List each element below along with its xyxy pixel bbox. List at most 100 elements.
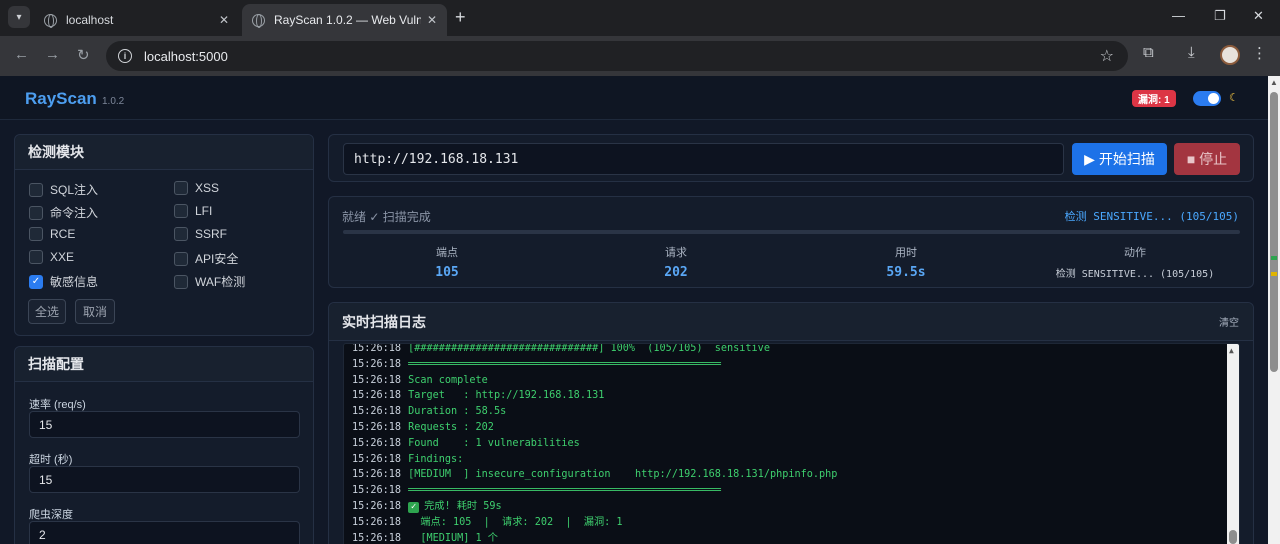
extensions-icon[interactable]: ⧉ — [1143, 44, 1154, 61]
checkbox-icon[interactable] — [174, 251, 188, 266]
deselect-button[interactable]: 取消 — [75, 299, 115, 324]
clear-log-button[interactable]: 清空 — [1219, 314, 1239, 329]
log-scrollbar[interactable]: ▲ — [1227, 344, 1239, 544]
module-checkbox-item[interactable]: SQL注入 — [29, 181, 98, 198]
module-checkbox-item[interactable]: API安全 — [174, 250, 238, 267]
module-checkbox-item[interactable]: XXE — [29, 250, 74, 264]
log-line: 15:26:18 Duration : 58.5s — [352, 404, 837, 420]
checkbox-icon[interactable] — [174, 204, 188, 218]
log-timestamp: 15:26:18 — [352, 469, 402, 481]
check-icon: ✓ — [408, 501, 420, 513]
checkbox-icon[interactable] — [29, 205, 43, 220]
log-timestamp: 15:26:18 — [352, 374, 402, 386]
close-tab-icon[interactable]: ✕ — [219, 13, 229, 27]
log-timestamp: 15:26:18 — [352, 532, 402, 544]
scroll-up-icon[interactable]: ▲ — [1270, 78, 1278, 87]
rate-input[interactable]: 15 — [29, 411, 300, 438]
stat-label: 端点 — [436, 247, 458, 259]
browser-tab-localhost[interactable]: localhost ✕ — [34, 4, 239, 36]
depth-input[interactable]: 2 — [29, 521, 300, 544]
checkbox-icon[interactable] — [29, 182, 43, 197]
forward-icon[interactable]: → — [45, 46, 60, 63]
module-checkbox-item[interactable]: XSS — [174, 181, 219, 195]
browser-menu-icon[interactable]: ⋮ — [1252, 44, 1267, 62]
tab-search-button[interactable]: ▾ — [8, 6, 30, 28]
checkbox-checked-icon[interactable]: ✓ — [29, 274, 43, 289]
checkbox-icon[interactable] — [29, 250, 43, 264]
stat-value: 59.5s — [886, 265, 926, 280]
module-label: 敏感信息 — [50, 275, 99, 289]
scan-target-panel: http://192.168.18.131 ▶ 开始扫描 ■ 停止 — [328, 134, 1254, 182]
target-url-input[interactable]: http://192.168.18.131 — [343, 143, 1064, 175]
log-line: 15:26:18 ✓ 完成! 耗时 59s — [352, 499, 837, 515]
module-checkbox-item[interactable]: SSRF — [174, 227, 227, 241]
download-icon[interactable]: ⤓ — [1188, 44, 1195, 61]
module-label: SSRF — [195, 227, 228, 241]
log-timestamp: 15:26:18 — [352, 485, 402, 497]
config-panel: 扫描配置 速率 (req/s) 15 超时 (秒) 15 爬虫深度 2 — [14, 346, 314, 544]
module-checkbox-item[interactable]: 命令注入 — [29, 204, 98, 221]
modules-title: 检测模块 — [15, 135, 313, 170]
address-bar[interactable]: i localhost:5000 ☆ — [106, 41, 1128, 71]
log-line: 15:26:18 ════════════════════════════════… — [352, 357, 837, 373]
module-label: WAF检测 — [195, 275, 246, 289]
new-tab-button[interactable]: + — [455, 8, 466, 26]
checkbox-icon[interactable] — [29, 227, 43, 241]
module-label: RCE — [50, 227, 76, 241]
site-info-icon[interactable]: i — [118, 49, 132, 63]
back-icon[interactable]: ← — [14, 46, 29, 63]
log-timestamp: 15:26:18 — [352, 343, 402, 354]
checkbox-icon[interactable] — [174, 227, 188, 241]
module-checkbox-item[interactable]: RCE — [29, 227, 75, 241]
stop-scan-button[interactable]: ■ 停止 — [1174, 143, 1240, 175]
stat-label: 请求 — [665, 247, 687, 259]
close-tab-icon[interactable]: ✕ — [427, 13, 437, 27]
timeout-input[interactable]: 15 — [29, 466, 300, 493]
log-message: Found : 1 vulnerabilities — [408, 437, 580, 449]
log-line: 15:26:18 Found : 1 vulnerabilities — [352, 436, 837, 452]
vulnerability-count-badge: 漏洞: 1 — [1132, 90, 1176, 107]
checkbox-icon[interactable] — [174, 181, 188, 195]
globe-icon — [252, 13, 265, 28]
browser-tab-rayscan[interactable]: RayScan 1.0.2 — Web Vulnerability Scanne… — [242, 4, 447, 36]
module-checkbox-item[interactable]: LFI — [174, 204, 212, 218]
address-text: localhost:5000 — [144, 48, 228, 64]
profile-avatar[interactable] — [1220, 45, 1240, 65]
bookmark-star-icon[interactable]: ☆ — [1100, 46, 1114, 66]
stat-value: 202 — [664, 265, 688, 280]
stat-requests: 请求 202 — [561, 244, 791, 280]
start-scan-button[interactable]: ▶ 开始扫描 — [1072, 143, 1167, 175]
stat-action: 动作 检测 SENSITIVE... (105/105) — [1020, 244, 1250, 280]
checkbox-icon[interactable] — [174, 274, 188, 289]
close-window-icon[interactable]: ✕ — [1253, 8, 1264, 24]
log-timestamp: 15:26:18 — [352, 390, 402, 402]
module-checkbox-item[interactable]: ✓ 敏感信息 — [29, 273, 98, 290]
log-line: 15:26:18 [MEDIUM] 1 个 — [352, 531, 837, 544]
log-message: Duration : 58.5s — [408, 406, 507, 418]
select-all-button[interactable]: 全选 — [28, 299, 66, 324]
scrollbar-thumb[interactable] — [1229, 530, 1237, 544]
log-message: Findings: — [408, 453, 464, 465]
stat-endpoints: 端点 105 — [332, 244, 562, 280]
toggle-knob — [1208, 93, 1219, 104]
tab-title: RayScan 1.0.2 — Web Vulnerability Scanne… — [274, 13, 421, 27]
theme-toggle[interactable] — [1193, 91, 1221, 106]
app-version: 1.0.2 — [102, 96, 125, 107]
module-label: XXE — [50, 250, 75, 264]
log-timestamp: 15:26:18 — [352, 500, 402, 512]
page-scrollbar[interactable]: ▲ — [1268, 76, 1280, 544]
restore-icon[interactable]: ❐ — [1214, 8, 1226, 24]
module-label: API安全 — [195, 252, 239, 266]
globe-icon — [44, 13, 57, 28]
module-checkbox-item[interactable]: WAF检测 — [174, 273, 245, 290]
browser-tab-bar: ▾ localhost ✕ RayScan 1.0.2 — Web Vulner… — [0, 0, 1280, 36]
log-timestamp: 15:26:18 — [352, 358, 402, 370]
scrollbar-thumb[interactable] — [1270, 92, 1278, 372]
scroll-up-icon[interactable]: ▲ — [1229, 346, 1234, 355]
log-line: 15:26:18 端点: 105 | 请求: 202 | 漏洞: 1 — [352, 515, 837, 531]
moon-icon: ☾ — [1229, 92, 1239, 104]
minimize-icon[interactable]: — — [1172, 8, 1185, 23]
log-line: 15:26:18 ════════════════════════════════… — [352, 483, 837, 499]
module-label: XSS — [195, 181, 220, 195]
reload-icon[interactable]: ↻ — [77, 46, 90, 64]
